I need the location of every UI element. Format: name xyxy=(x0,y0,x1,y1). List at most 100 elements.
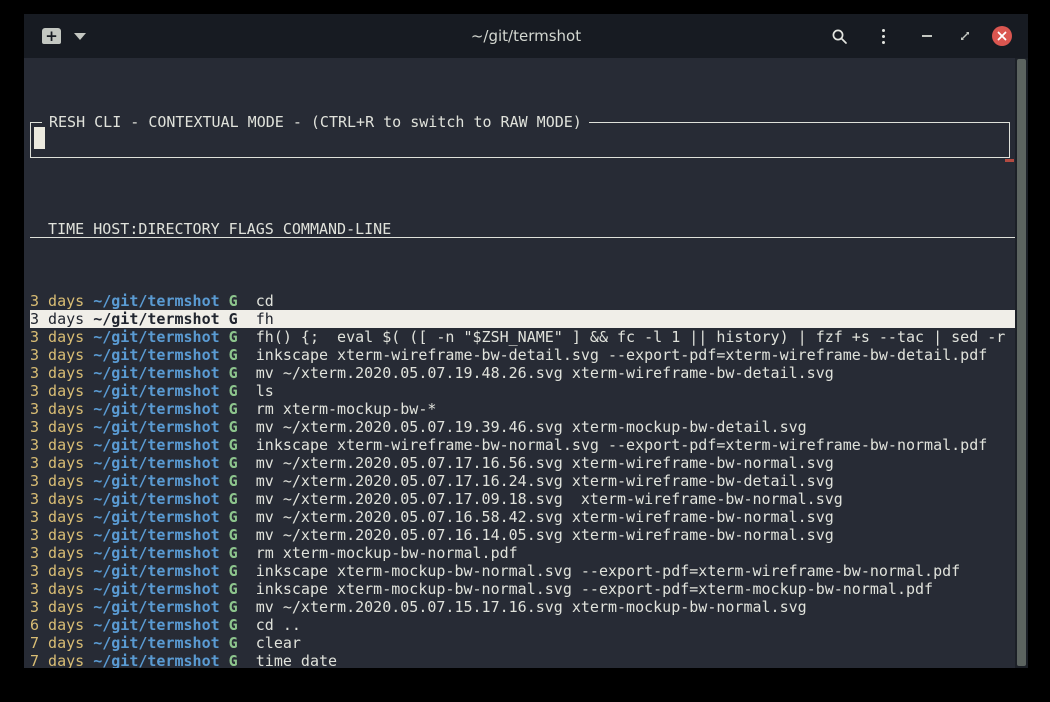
row-directory: ~/git/termshot xyxy=(93,328,219,346)
history-row[interactable]: 7 days ~/git/termshot G time date xyxy=(30,652,1015,668)
row-directory: ~/git/termshot xyxy=(93,562,219,580)
history-row[interactable]: 3 days ~/git/termshot G mv ~/xterm.2020.… xyxy=(30,472,1015,490)
terminal-window: + ~/git/termshot xyxy=(24,14,1028,668)
row-time: 3 days xyxy=(30,310,93,328)
row-time: 7 days xyxy=(30,652,93,668)
history-row[interactable]: 3 days ~/git/termshot G rm xterm-mockup-… xyxy=(30,544,1015,562)
history-row[interactable]: 3 days ~/git/termshot G rm xterm-mockup-… xyxy=(30,400,1015,418)
history-row[interactable]: 3 days ~/git/termshot G mv ~/xterm.2020.… xyxy=(30,598,1015,616)
row-time: 3 days xyxy=(30,328,93,346)
row-command: mv ~/xterm.2020.05.07.17.09.18.svg xterm… xyxy=(238,490,843,508)
history-row[interactable]: 3 days ~/git/termshot G fh() {; eval $( … xyxy=(30,328,1015,346)
row-time: 3 days xyxy=(30,292,93,310)
row-directory: ~/git/termshot xyxy=(93,598,219,616)
row-time: 3 days xyxy=(30,472,93,490)
row-directory: ~/git/termshot xyxy=(93,418,219,436)
history-row[interactable]: 3 days ~/git/termshot G inkscape xterm-w… xyxy=(30,346,1015,364)
row-flags: G xyxy=(220,562,238,580)
row-command: rm xterm-mockup-bw-* xyxy=(238,400,437,418)
row-flags: G xyxy=(220,454,238,472)
row-time: 3 days xyxy=(30,508,93,526)
row-time: 3 days xyxy=(30,544,93,562)
row-flags: G xyxy=(220,526,238,544)
row-directory: ~/git/termshot xyxy=(93,382,219,400)
titlebar: + ~/git/termshot xyxy=(24,14,1028,58)
row-command: fh() {; eval $( ([ -n "$ZSH_NAME" ] && f… xyxy=(238,328,1006,346)
row-flags: G xyxy=(220,418,238,436)
history-row[interactable]: 3 days ~/git/termshot G mv ~/xterm.2020.… xyxy=(30,418,1015,436)
row-directory: ~/git/termshot xyxy=(93,616,219,634)
row-flags: G xyxy=(220,310,238,328)
row-flags: G xyxy=(220,292,238,310)
row-time: 3 days xyxy=(30,526,93,544)
row-time: 3 days xyxy=(30,346,93,364)
history-row[interactable]: 3 days ~/git/termshot G mv ~/xterm.2020.… xyxy=(30,526,1015,544)
row-time: 3 days xyxy=(30,436,93,454)
scrollbar-thumb[interactable] xyxy=(1017,59,1026,666)
history-row[interactable]: 7 days ~/git/termshot G clear xyxy=(30,634,1015,652)
row-directory: ~/git/termshot xyxy=(93,544,219,562)
row-time: 7 days xyxy=(30,634,93,652)
row-command: mv ~/xterm.2020.05.07.16.14.05.svg xterm… xyxy=(238,526,834,544)
minimize-icon[interactable] xyxy=(916,25,938,47)
history-row[interactable]: 3 days ~/git/termshot G mv ~/xterm.2020.… xyxy=(30,454,1015,472)
row-directory: ~/git/termshot xyxy=(93,508,219,526)
history-row[interactable]: 3 days ~/git/termshot G inkscape xterm-m… xyxy=(30,580,1015,598)
terminal-body[interactable]: RESH CLI - CONTEXTUAL MODE - (CTRL+R to … xyxy=(24,58,1028,668)
history-row[interactable]: 3 days ~/git/termshot G mv ~/xterm.2020.… xyxy=(30,508,1015,526)
history-row[interactable]: 6 days ~/git/termshot G cd .. xyxy=(30,616,1015,634)
row-directory: ~/git/termshot xyxy=(93,634,219,652)
row-time: 3 days xyxy=(30,454,93,472)
row-command: inkscape xterm-wireframe-bw-normal.svg -… xyxy=(238,436,988,454)
row-command: mv ~/xterm.2020.05.07.16.58.42.svg xterm… xyxy=(238,508,834,526)
scrollbar[interactable] xyxy=(1015,58,1028,668)
row-time: 3 days xyxy=(30,382,93,400)
table-header: TIME HOST:DIRECTORY FLAGS COMMAND-LINE xyxy=(30,220,1015,238)
row-command: inkscape xterm-wireframe-bw-detail.svg -… xyxy=(238,346,988,364)
close-icon[interactable] xyxy=(992,26,1012,46)
row-flags: G xyxy=(220,598,238,616)
row-time: 3 days xyxy=(30,562,93,580)
titlebar-left-controls: + xyxy=(42,28,86,44)
row-directory: ~/git/termshot xyxy=(93,292,219,310)
history-row[interactable]: 3 days ~/git/termshot G ls xyxy=(30,382,1015,400)
row-time: 6 days xyxy=(30,616,93,634)
tab-dropdown-caret[interactable] xyxy=(74,33,86,40)
row-directory: ~/git/termshot xyxy=(93,490,219,508)
row-flags: G xyxy=(220,490,238,508)
row-directory: ~/git/termshot xyxy=(93,526,219,544)
row-directory: ~/git/termshot xyxy=(93,310,219,328)
row-command: mv ~/xterm.2020.05.07.19.48.26.svg xterm… xyxy=(238,364,834,382)
row-flags: G xyxy=(220,328,238,346)
restore-icon[interactable] xyxy=(954,25,976,47)
row-directory: ~/git/termshot xyxy=(93,454,219,472)
row-directory: ~/git/termshot xyxy=(93,364,219,382)
history-rows: 3 days ~/git/termshot G cd3 days ~/git/t… xyxy=(30,292,1015,668)
row-command: mv ~/xterm.2020.05.07.15.17.16.svg xterm… xyxy=(238,598,807,616)
row-command: mv ~/xterm.2020.05.07.17.16.56.svg xterm… xyxy=(238,454,834,472)
row-command: ls xyxy=(238,382,274,400)
history-row[interactable]: 3 days ~/git/termshot G inkscape xterm-w… xyxy=(30,436,1015,454)
history-row-selected[interactable]: 3 days ~/git/termshot G fh xyxy=(30,310,1015,328)
titlebar-right-controls xyxy=(828,25,1012,47)
search-icon[interactable] xyxy=(828,25,850,47)
new-tab-icon[interactable]: + xyxy=(42,28,61,44)
row-flags: G xyxy=(220,472,238,490)
row-directory: ~/git/termshot xyxy=(93,346,219,364)
truncation-marker xyxy=(1005,159,1014,162)
row-directory: ~/git/termshot xyxy=(93,580,219,598)
history-row[interactable]: 3 days ~/git/termshot G inkscape xterm-m… xyxy=(30,562,1015,580)
row-flags: G xyxy=(220,616,238,634)
row-command: cd .. xyxy=(238,616,301,634)
text-cursor xyxy=(34,127,45,149)
row-time: 3 days xyxy=(30,364,93,382)
row-flags: G xyxy=(220,634,238,652)
history-row[interactable]: 3 days ~/git/termshot G mv ~/xterm.2020.… xyxy=(30,364,1015,382)
history-row[interactable]: 3 days ~/git/termshot G cd xyxy=(30,292,1015,310)
history-row[interactable]: 3 days ~/git/termshot G mv ~/xterm.2020.… xyxy=(30,490,1015,508)
search-box[interactable]: RESH CLI - CONTEXTUAL MODE - (CTRL+R to … xyxy=(30,122,1010,158)
row-command: inkscape xterm-mockup-bw-normal.svg --ex… xyxy=(238,562,960,580)
row-flags: G xyxy=(220,508,238,526)
menu-kebab-icon[interactable] xyxy=(872,25,894,47)
search-box-title: RESH CLI - CONTEXTUAL MODE - (CTRL+R to … xyxy=(42,113,589,131)
